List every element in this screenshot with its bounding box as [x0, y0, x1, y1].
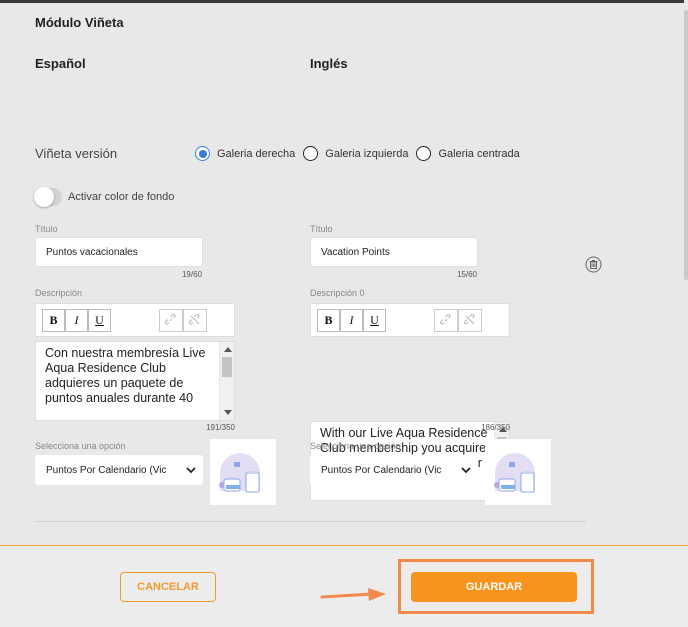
delete-button[interactable]	[585, 256, 602, 278]
version-radio-group: Galeria derecha Galeria izquierda Galeri…	[195, 146, 528, 161]
link-button[interactable]	[159, 308, 183, 332]
background-color-toggle-row: Activar color de fondo	[34, 187, 175, 207]
es-gallery-thumbnail[interactable]	[210, 439, 276, 505]
section-divider	[35, 521, 586, 522]
underline-button[interactable]: U	[363, 308, 386, 332]
en-editor-toolbar: B I U	[310, 303, 510, 337]
unlink-button[interactable]	[183, 308, 207, 332]
page-scrollbar[interactable]	[684, 0, 688, 545]
es-select-value: Puntos Por Calendario (Vic	[46, 464, 167, 476]
radio-label: Galeria izquierda	[325, 147, 409, 160]
unlink-button[interactable]	[458, 308, 482, 332]
arrow-right-icon	[320, 588, 386, 601]
save-button[interactable]: GUARDAR	[411, 572, 577, 602]
es-description-label: Descripción	[35, 288, 83, 298]
toggle-knob	[34, 187, 54, 207]
background-color-toggle[interactable]	[34, 187, 62, 207]
version-label: Viñeta versión	[35, 146, 118, 161]
chevron-down-icon	[186, 467, 196, 474]
radio-galeria-izquierda[interactable]: Galeria izquierda	[303, 146, 408, 161]
es-description-editor[interactable]: Con nuestra membresía Live Aqua Residenc…	[35, 341, 235, 421]
radio-label: Galeria derecha	[217, 147, 296, 160]
italic-button[interactable]: I	[340, 308, 363, 332]
unlink-icon	[189, 314, 200, 325]
en-title-label: Título	[310, 224, 333, 234]
radio-galeria-centrada[interactable]: Galeria centrada	[416, 146, 520, 161]
es-description-text: Con nuestra membresía Live Aqua Residenc…	[45, 346, 206, 405]
top-border	[0, 0, 688, 3]
en-title-input[interactable]: Vacation Points	[310, 237, 478, 267]
es-title-label: Título	[35, 224, 58, 234]
underline-button[interactable]: U	[88, 308, 111, 332]
italic-button[interactable]: I	[65, 308, 88, 332]
radio-selected-icon	[195, 146, 210, 161]
link-icon	[165, 314, 176, 325]
module-title: Módulo Viñeta	[35, 15, 124, 30]
es-editor-scrollbar[interactable]	[219, 342, 234, 420]
unlink-icon	[464, 314, 475, 325]
radio-unselected-icon	[303, 146, 319, 161]
es-select-label: Selecciona una opción	[35, 441, 126, 451]
es-editor-toolbar: B I U	[35, 303, 235, 337]
en-select-label: Selecciona una opción	[310, 441, 401, 451]
gallery-illustration-icon	[219, 453, 260, 493]
link-button[interactable]	[434, 308, 458, 332]
es-description-counter: 191/350	[206, 423, 235, 432]
link-icon	[440, 314, 451, 325]
radio-unselected-icon	[416, 146, 432, 161]
en-option-select[interactable]: Puntos Por Calendario (Vic	[310, 455, 478, 485]
es-title-input[interactable]: Puntos vacacionales	[35, 237, 203, 267]
radio-galeria-derecha[interactable]: Galeria derecha	[195, 146, 295, 161]
toggle-label: Activar color de fondo	[68, 191, 175, 203]
en-description-counter: 186/350	[481, 423, 510, 432]
es-option-select[interactable]: Puntos Por Calendario (Vic	[35, 455, 203, 485]
en-select-value: Puntos Por Calendario (Vic	[321, 464, 442, 476]
language-heading-english: Inglés	[310, 56, 348, 71]
cancel-button[interactable]: CANCELAR	[120, 572, 216, 602]
language-heading-spanish: Español	[35, 56, 86, 71]
es-title-counter: 19/60	[181, 270, 202, 279]
en-title-counter: 15/60	[456, 270, 477, 279]
gallery-illustration-icon	[494, 453, 535, 493]
trash-icon	[585, 256, 602, 273]
en-gallery-thumbnail[interactable]	[485, 439, 551, 505]
chevron-down-icon	[461, 467, 471, 474]
bold-button[interactable]: B	[317, 308, 340, 332]
bold-button[interactable]: B	[42, 308, 65, 332]
radio-label: Galeria centrada	[438, 147, 520, 160]
en-description-label: Descripción 0	[310, 288, 365, 298]
